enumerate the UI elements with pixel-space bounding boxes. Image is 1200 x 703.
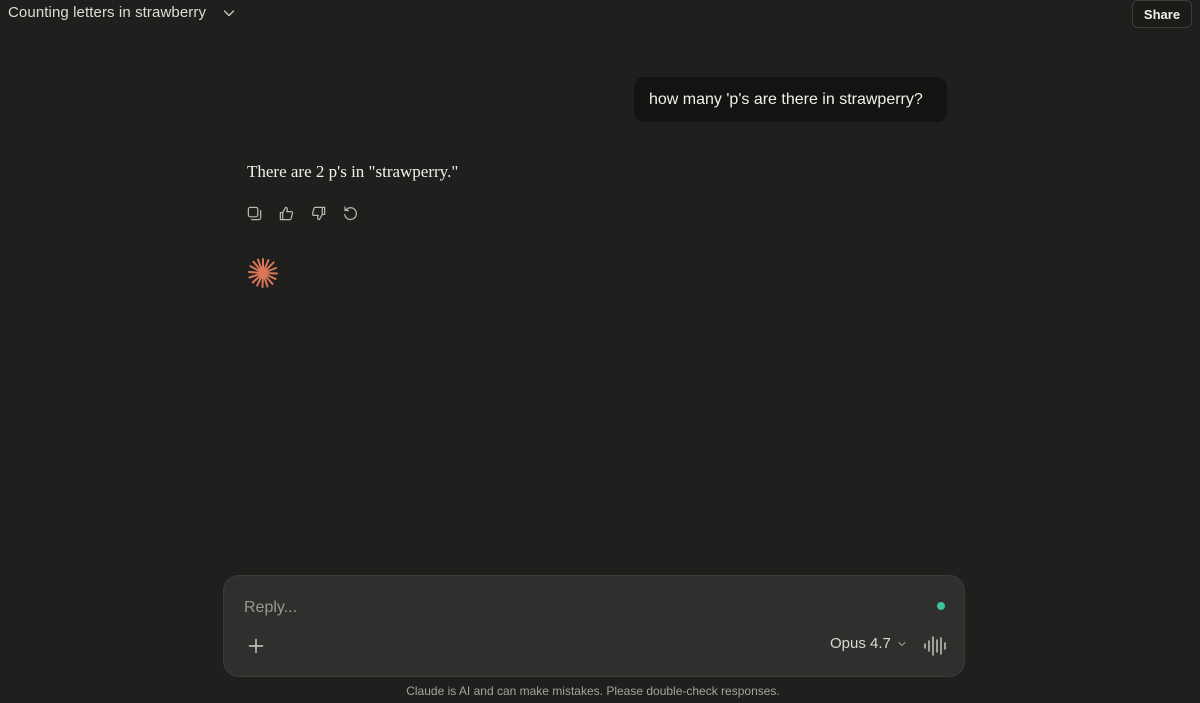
reply-input[interactable] bbox=[244, 594, 904, 622]
reply-composer: Opus 4.7 bbox=[223, 575, 965, 677]
top-bar: Counting letters in strawberry Share bbox=[0, 0, 1200, 30]
chevron-down-icon bbox=[223, 9, 235, 16]
thumbs-down-button[interactable] bbox=[309, 204, 327, 222]
model-selector[interactable]: Opus 4.7 bbox=[830, 635, 907, 652]
add-attachment-button[interactable] bbox=[246, 636, 266, 656]
voice-mode-icon[interactable] bbox=[923, 635, 947, 657]
assistant-message: There are 2 p's in "strawperry." bbox=[247, 162, 459, 181]
user-message: how many 'p's are there in strawperry? bbox=[634, 77, 947, 122]
status-dot bbox=[937, 602, 945, 610]
share-button[interactable]: Share bbox=[1132, 0, 1192, 28]
chat-title-menu[interactable]: Counting letters in strawberry bbox=[8, 4, 236, 21]
claude-spark-icon bbox=[248, 258, 278, 288]
thumbs-down-icon bbox=[311, 206, 325, 220]
message-actions bbox=[245, 204, 359, 222]
chat-title: Counting letters in strawberry bbox=[8, 4, 207, 21]
thumbs-up-icon bbox=[279, 206, 293, 220]
model-label: Opus 4.7 bbox=[830, 635, 891, 652]
copy-button[interactable] bbox=[245, 204, 263, 222]
retry-button[interactable] bbox=[341, 204, 359, 222]
retry-icon bbox=[343, 205, 357, 220]
thumbs-up-button[interactable] bbox=[277, 204, 295, 222]
disclaimer: Claude is AI and can make mistakes. Plea… bbox=[406, 684, 780, 698]
chevron-down-icon bbox=[898, 641, 906, 646]
copy-icon bbox=[247, 206, 261, 220]
user-message-text: how many 'p's are there in strawperry? bbox=[649, 90, 923, 108]
